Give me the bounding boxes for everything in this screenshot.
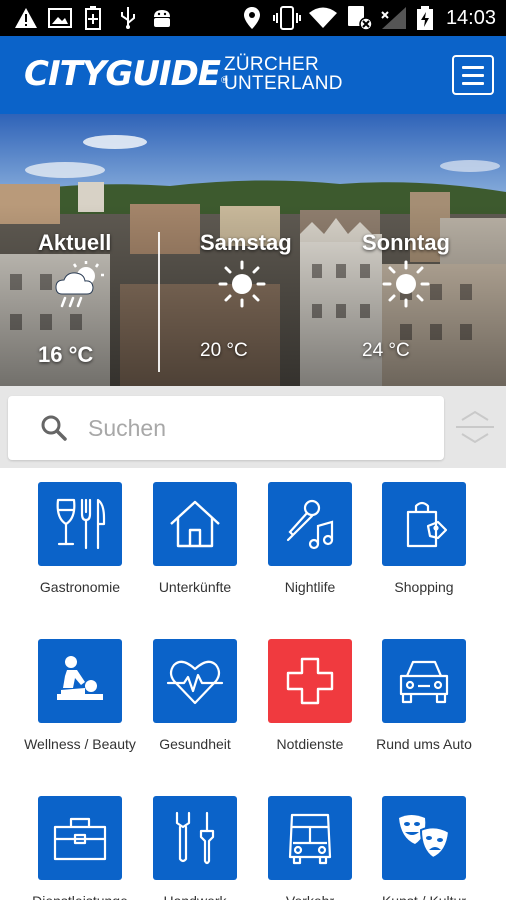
search-icon[interactable]	[40, 414, 68, 447]
category-tile[interactable]	[268, 796, 352, 880]
region-line-2: UNTERLAND	[224, 73, 343, 94]
category-label: Gesundheit	[159, 736, 231, 752]
category-label: Shopping	[394, 579, 454, 595]
category-tile[interactable]	[268, 482, 352, 566]
signal-icon	[380, 6, 408, 30]
microphone-music-icon	[286, 499, 334, 550]
app-header: CITYGUIDE ® ZÜRCHER UNTERLAND	[0, 36, 506, 114]
sun-icon	[218, 260, 266, 313]
category-tile[interactable]	[153, 796, 237, 880]
tools-icon	[175, 811, 215, 865]
heartbeat-icon	[166, 660, 224, 705]
region-name: ZÜRCHER UNTERLAND	[224, 55, 343, 93]
sun-icon	[382, 260, 430, 313]
category-label: Unterkünfte	[158, 579, 232, 595]
vibrate-icon	[272, 6, 302, 30]
theatre-masks-icon	[399, 815, 451, 860]
hamburger-menu-icon[interactable]	[452, 55, 494, 95]
android-debug-icon	[150, 6, 174, 30]
wine-cutlery-icon	[56, 498, 106, 550]
category-label: Nightlife	[284, 579, 336, 595]
category-label: Notdienste	[276, 736, 344, 752]
category-tile[interactable]	[38, 639, 122, 723]
location-icon	[242, 6, 262, 30]
category-label: Handwerk	[129, 892, 261, 900]
data-off-icon	[346, 6, 374, 31]
bus-icon	[288, 813, 332, 865]
search-box[interactable]	[8, 396, 444, 460]
status-bar: 14:03	[0, 0, 506, 36]
category-label: Dienstleistunge	[14, 892, 146, 900]
cityguide-logo[interactable]: CITYGUIDE ®	[24, 54, 228, 94]
category-grid: Gastronomie Unterkünfte Nightlife Shoppi…	[0, 468, 506, 900]
search-input[interactable]	[88, 410, 418, 446]
weather-day-label: Sonntag	[362, 230, 450, 255]
category-label: Kunst / Kultur	[358, 892, 490, 900]
massage-icon	[57, 656, 103, 700]
battery-saver-icon	[84, 6, 102, 30]
car-icon	[399, 660, 449, 704]
house-icon	[170, 500, 220, 548]
cloud-rain-sun-icon	[52, 260, 106, 315]
category-tile[interactable]	[382, 639, 466, 723]
weather-day-label: Samstag	[200, 230, 292, 255]
weather-day-label: Aktuell	[38, 230, 112, 255]
image-icon	[48, 6, 72, 30]
category-tile[interactable]	[153, 639, 237, 723]
status-time: 14:03	[445, 7, 496, 29]
category-tile[interactable]	[382, 482, 466, 566]
logo-wordmark: CITYGUIDE	[24, 54, 221, 94]
category-label: Rund ums Auto	[376, 736, 472, 752]
reorder-handle-icon[interactable]	[452, 404, 498, 450]
usb-icon	[118, 6, 138, 30]
category-label: Wellness / Beauty	[24, 736, 136, 752]
weather-hero: Aktuell 16 °C Samstag 20 °C Sonntag 24 °…	[0, 114, 506, 386]
emergency-cross-icon	[286, 657, 334, 705]
weather-temp: 16 °C	[38, 342, 94, 367]
category-label: Gastronomie	[39, 579, 121, 595]
category-tile[interactable]	[38, 796, 122, 880]
battery-charging-icon	[416, 6, 434, 30]
wifi-icon	[308, 6, 338, 30]
category-tile[interactable]	[268, 639, 352, 723]
briefcase-icon	[53, 817, 107, 861]
category-tile[interactable]	[38, 482, 122, 566]
shopping-bag-icon	[406, 501, 448, 548]
category-tile[interactable]	[153, 482, 237, 566]
weather-temp: 24 °C	[362, 340, 410, 361]
category-tile[interactable]	[382, 796, 466, 880]
warning-icon	[14, 6, 38, 30]
weather-temp: 20 °C	[200, 340, 248, 361]
category-label: Verkehr	[244, 892, 376, 900]
weather-divider	[158, 232, 160, 372]
search-bar-area	[0, 386, 506, 468]
region-line-1: ZÜRCHER	[224, 54, 319, 75]
